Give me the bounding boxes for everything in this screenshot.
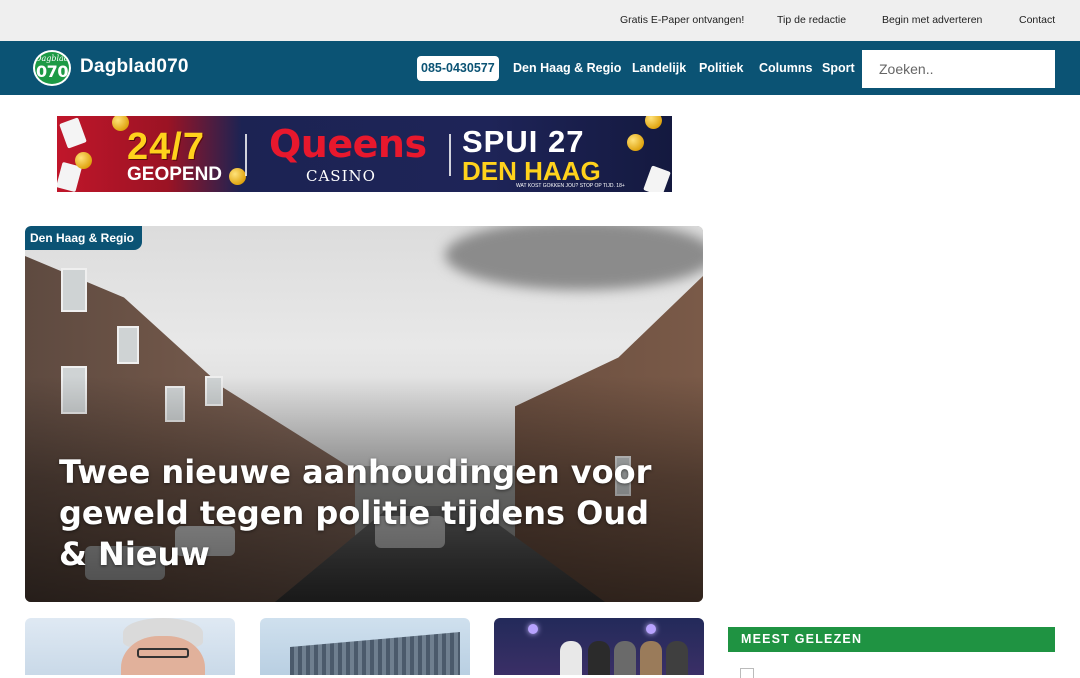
coin-graphic [645,116,662,129]
top-utility-bar: Gratis E-Paper ontvangen! Tip de redacti… [0,0,1080,41]
epaper-link[interactable]: Gratis E-Paper ontvangen! [620,14,744,26]
banner-brand-sub: CASINO [306,167,376,185]
article-thumbnail[interactable] [25,618,235,675]
adverteren-link[interactable]: Begin met adverteren [882,14,982,26]
article-thumbnail[interactable] [494,618,704,675]
logo-text-number: 070 [36,62,68,81]
nav-item-columns[interactable]: Columns [759,61,812,75]
banner-headline: 24/7 [127,126,205,168]
thumbnail-stage-light [646,624,656,634]
thumbnail-stage-light [528,624,538,634]
search-input[interactable] [862,50,1055,88]
site-brand-name[interactable]: Dagblad070 [80,56,189,78]
nav-item-den-haag-regio[interactable]: Den Haag & Regio [513,61,621,75]
contact-link[interactable]: Contact [1019,14,1055,26]
banner-divider [245,134,247,176]
banner-address: SPUI 27 [462,124,585,159]
tip-redactie-link[interactable]: Tip de redactie [777,14,846,26]
nav-item-landelijk[interactable]: Landelijk [632,61,686,75]
nav-item-sport[interactable]: Sport [822,61,855,75]
thumbnail-person [614,641,636,675]
nav-item-politiek[interactable]: Politiek [699,61,743,75]
thumbnail-person-glasses [137,648,189,658]
coin-graphic [627,134,644,151]
thumbnail-building [290,632,460,675]
hero-image-window [61,268,87,312]
hero-article[interactable]: Den Haag & Regio Twee nieuwe aanhoudinge… [25,226,703,602]
hero-category-badge[interactable]: Den Haag & Regio [25,226,143,250]
banner-brand: Queens [269,122,427,166]
playing-card-graphic [643,165,671,192]
banner-divider [449,134,451,176]
hero-image-window [117,326,139,364]
most-read-header: MEEST GELEZEN [728,627,1055,652]
hero-title[interactable]: Twee nieuwe aanhoudingen voor geweld teg… [59,452,679,575]
list-icon [740,668,754,678]
thumbnail-person [588,641,610,675]
article-thumbnail[interactable] [260,618,470,675]
thumbnail-person [560,641,582,675]
thumbnail-person [640,641,662,675]
casino-ad-banner[interactable]: 24/7 GEOPEND Queens CASINO SPUI 27 DEN H… [57,116,672,192]
banner-disclaimer: WAT KOST GOKKEN JOU? STOP OP TIJD. 18+ [516,183,625,189]
coin-graphic [75,152,92,169]
banner-subline: GEOPEND [127,164,223,185]
main-navbar: Dagblad 070 Dagblad070 085-0430577 Den H… [0,41,1080,95]
thumbnail-person [666,641,688,675]
coin-graphic [229,168,246,185]
phone-number-badge[interactable]: 085-0430577 [417,56,499,81]
site-logo[interactable]: Dagblad 070 [33,50,71,86]
playing-card-graphic [59,117,87,149]
